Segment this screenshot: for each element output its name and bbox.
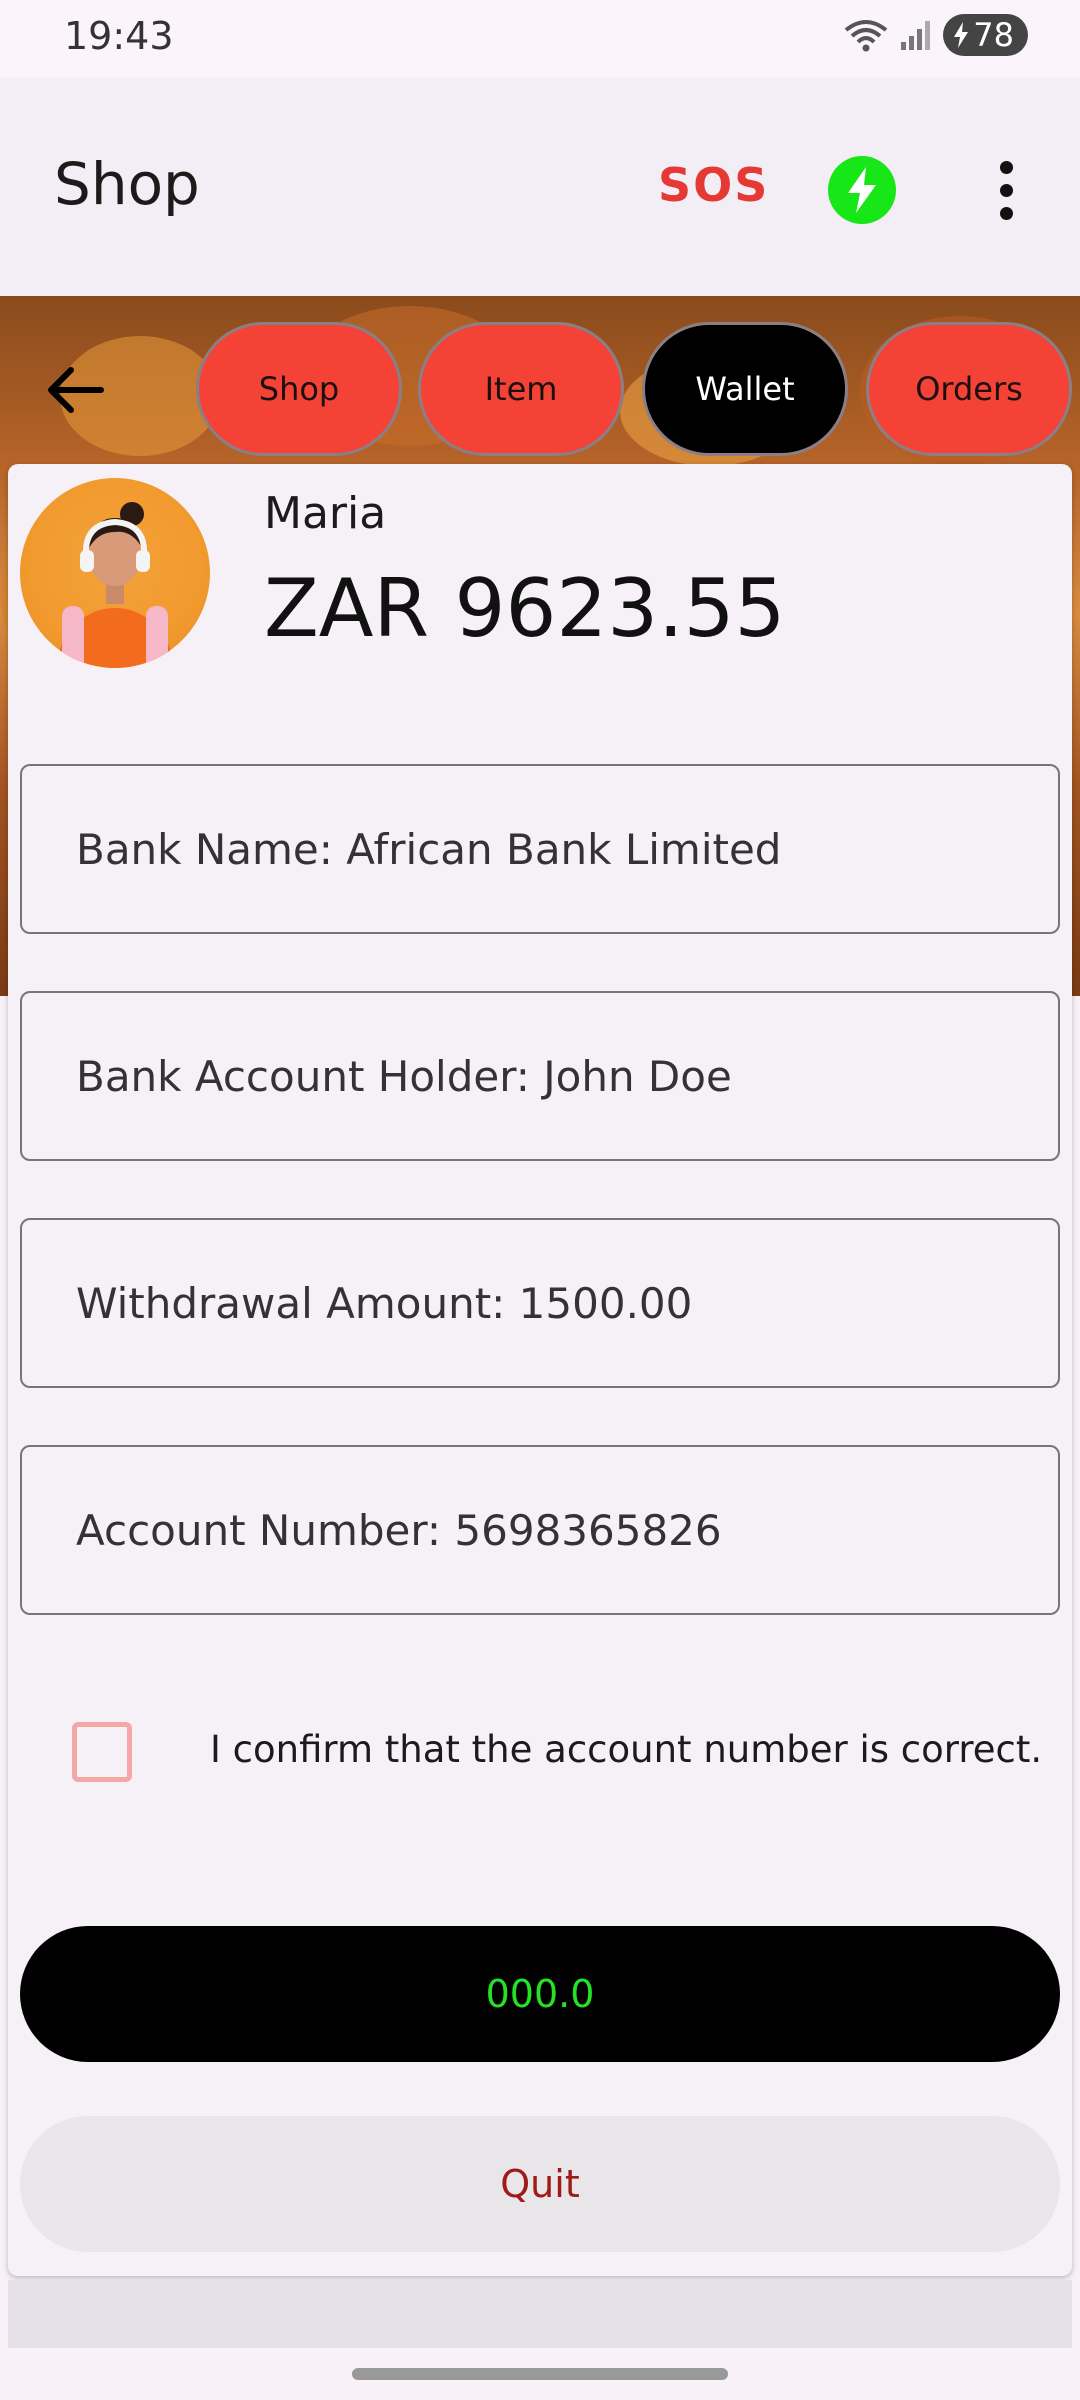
wallet-balance: ZAR 9623.55: [264, 562, 786, 655]
account-holder-field[interactable]: Bank Account Holder: John Doe: [20, 991, 1060, 1161]
home-indicator[interactable]: [352, 2368, 728, 2380]
bottom-strip: [8, 2280, 1072, 2348]
wifi-icon: [843, 18, 889, 52]
tab-shop[interactable]: Shop: [196, 322, 402, 456]
more-options-button[interactable]: [980, 150, 1032, 230]
app-bar: Shop SOS: [0, 78, 1080, 296]
sos-button[interactable]: SOS: [658, 158, 769, 212]
bolt-button[interactable]: [828, 156, 896, 224]
tab-wallet[interactable]: Wallet: [642, 322, 848, 456]
avatar: [20, 478, 210, 668]
status-icons: 78: [843, 14, 1028, 56]
more-vert-icon: [999, 160, 1013, 174]
quit-button[interactable]: Quit: [20, 2116, 1060, 2252]
withdrawal-amount-field[interactable]: Withdrawal Amount: 1500.00: [20, 1218, 1060, 1388]
app-title: Shop: [54, 150, 200, 218]
tab-orders[interactable]: Orders: [866, 322, 1072, 456]
amount-button[interactable]: 000.0: [20, 1926, 1060, 2062]
tab-item[interactable]: Item: [418, 322, 624, 456]
confirm-checkbox[interactable]: [72, 1722, 132, 1782]
account-number-field[interactable]: Account Number: 5698365826: [20, 1445, 1060, 1615]
status-bar: 19:43 78: [0, 0, 1080, 76]
bank-name-field[interactable]: Bank Name: African Bank Limited: [20, 764, 1060, 934]
bolt-icon: [848, 167, 876, 213]
signal-icon: [899, 18, 933, 52]
battery-level: 78: [973, 16, 1014, 54]
battery-charging-icon: 78: [943, 14, 1028, 56]
status-time: 19:43: [64, 14, 174, 58]
confirm-label: I confirm that the account number is cor…: [210, 1728, 1043, 1771]
back-button[interactable]: [40, 355, 110, 425]
arrow-back-icon: [48, 367, 104, 413]
user-name: Maria: [264, 488, 387, 539]
